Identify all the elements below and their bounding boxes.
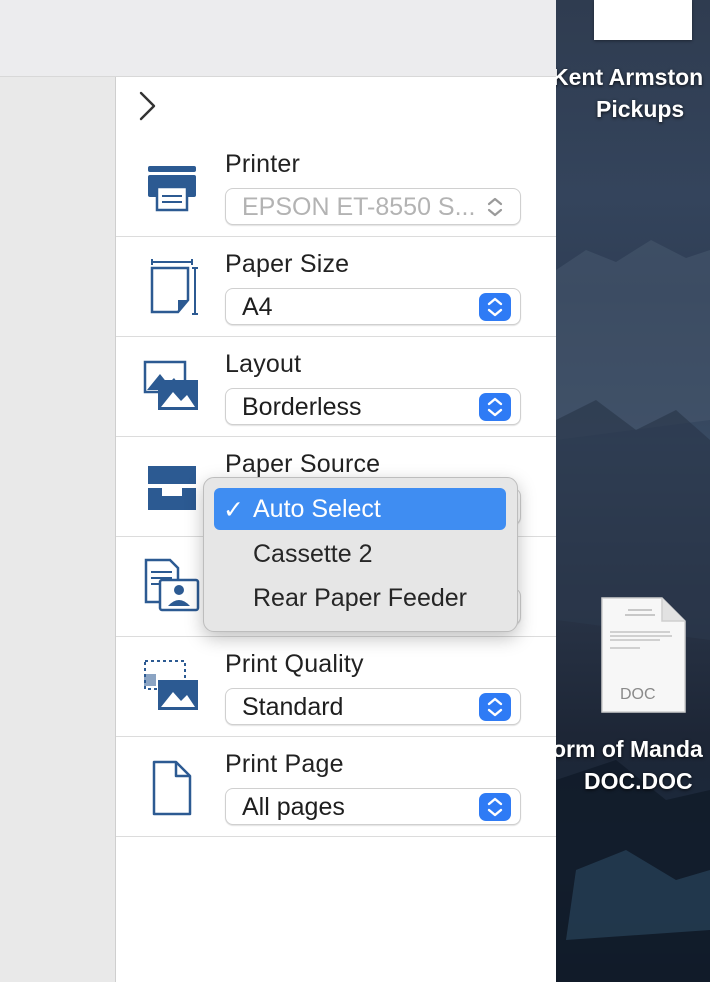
menu-item-auto-select[interactable]: ✓ Auto Select (214, 488, 506, 530)
mountain-landscape (556, 240, 710, 982)
document-type-icon (144, 558, 200, 612)
stepper-icon (479, 293, 511, 321)
paper-size-icon (150, 259, 198, 315)
file-thumbnail[interactable] (594, 0, 692, 40)
print-quality-select[interactable]: Standard (225, 688, 521, 725)
print-quality-value: Standard (242, 693, 344, 721)
checkmark-icon: ✓ (223, 496, 244, 524)
paper-size-select[interactable]: A4 (225, 288, 521, 325)
paper-source-icon (148, 466, 196, 510)
printer-icon (148, 166, 196, 212)
window-toolbar (0, 0, 556, 77)
chevron-right-icon[interactable] (137, 90, 159, 122)
paper-source-label: Paper Source (225, 450, 381, 478)
stepper-icon (479, 793, 511, 821)
stepper-icon (479, 193, 511, 221)
doc-label-line1[interactable]: orm of Manda (556, 736, 703, 763)
desktop-background: Kent Armston Pickups DOC orm of Manda DO… (556, 0, 710, 982)
doc-badge: DOC (620, 686, 656, 703)
print-page-select[interactable]: All pages (225, 788, 521, 825)
print-page-label: Print Page (225, 750, 344, 778)
stepper-icon (479, 693, 511, 721)
printer-select[interactable]: EPSON ET-8550 S... (225, 188, 521, 225)
layout-icon (143, 360, 198, 410)
paper-size-label: Paper Size (225, 250, 350, 278)
menu-item-label: Rear Paper Feeder (253, 584, 468, 612)
printer-label: Printer (225, 150, 301, 178)
menu-item-cassette-2[interactable]: Cassette 2 (214, 533, 506, 575)
layout-label: Layout (225, 350, 302, 378)
print-quality-label: Print Quality (225, 650, 364, 678)
doc-label-line2[interactable]: DOC.DOC (584, 768, 693, 795)
file-label-line1[interactable]: Kent Armston (556, 64, 703, 91)
print-page-value: All pages (242, 793, 345, 821)
printer-row: Printer EPSON ET-8550 S... (116, 136, 556, 237)
print-quality-row: Print Quality Standard (116, 636, 556, 737)
preview-pane (0, 77, 116, 982)
print-quality-icon (144, 660, 198, 710)
paper-size-value: A4 (242, 293, 273, 321)
layout-select[interactable]: Borderless (225, 388, 521, 425)
layout-row: Layout Borderless (116, 336, 556, 437)
stepper-icon (479, 393, 511, 421)
file-label-line2[interactable]: Pickups (596, 96, 684, 123)
paper-source-menu: ✓ Auto Select Cassette 2 Rear Paper Feed… (203, 477, 518, 632)
paper-size-row: Paper Size A4 (116, 236, 556, 337)
layout-value: Borderless (242, 393, 362, 421)
menu-item-label: Cassette 2 (253, 540, 373, 568)
menu-item-rear-paper-feeder[interactable]: Rear Paper Feeder (214, 577, 506, 619)
print-page-row: Print Page All pages (116, 736, 556, 837)
print-page-icon (152, 760, 192, 816)
printer-value: EPSON ET-8550 S... (242, 193, 476, 221)
menu-item-label: Auto Select (253, 495, 381, 523)
